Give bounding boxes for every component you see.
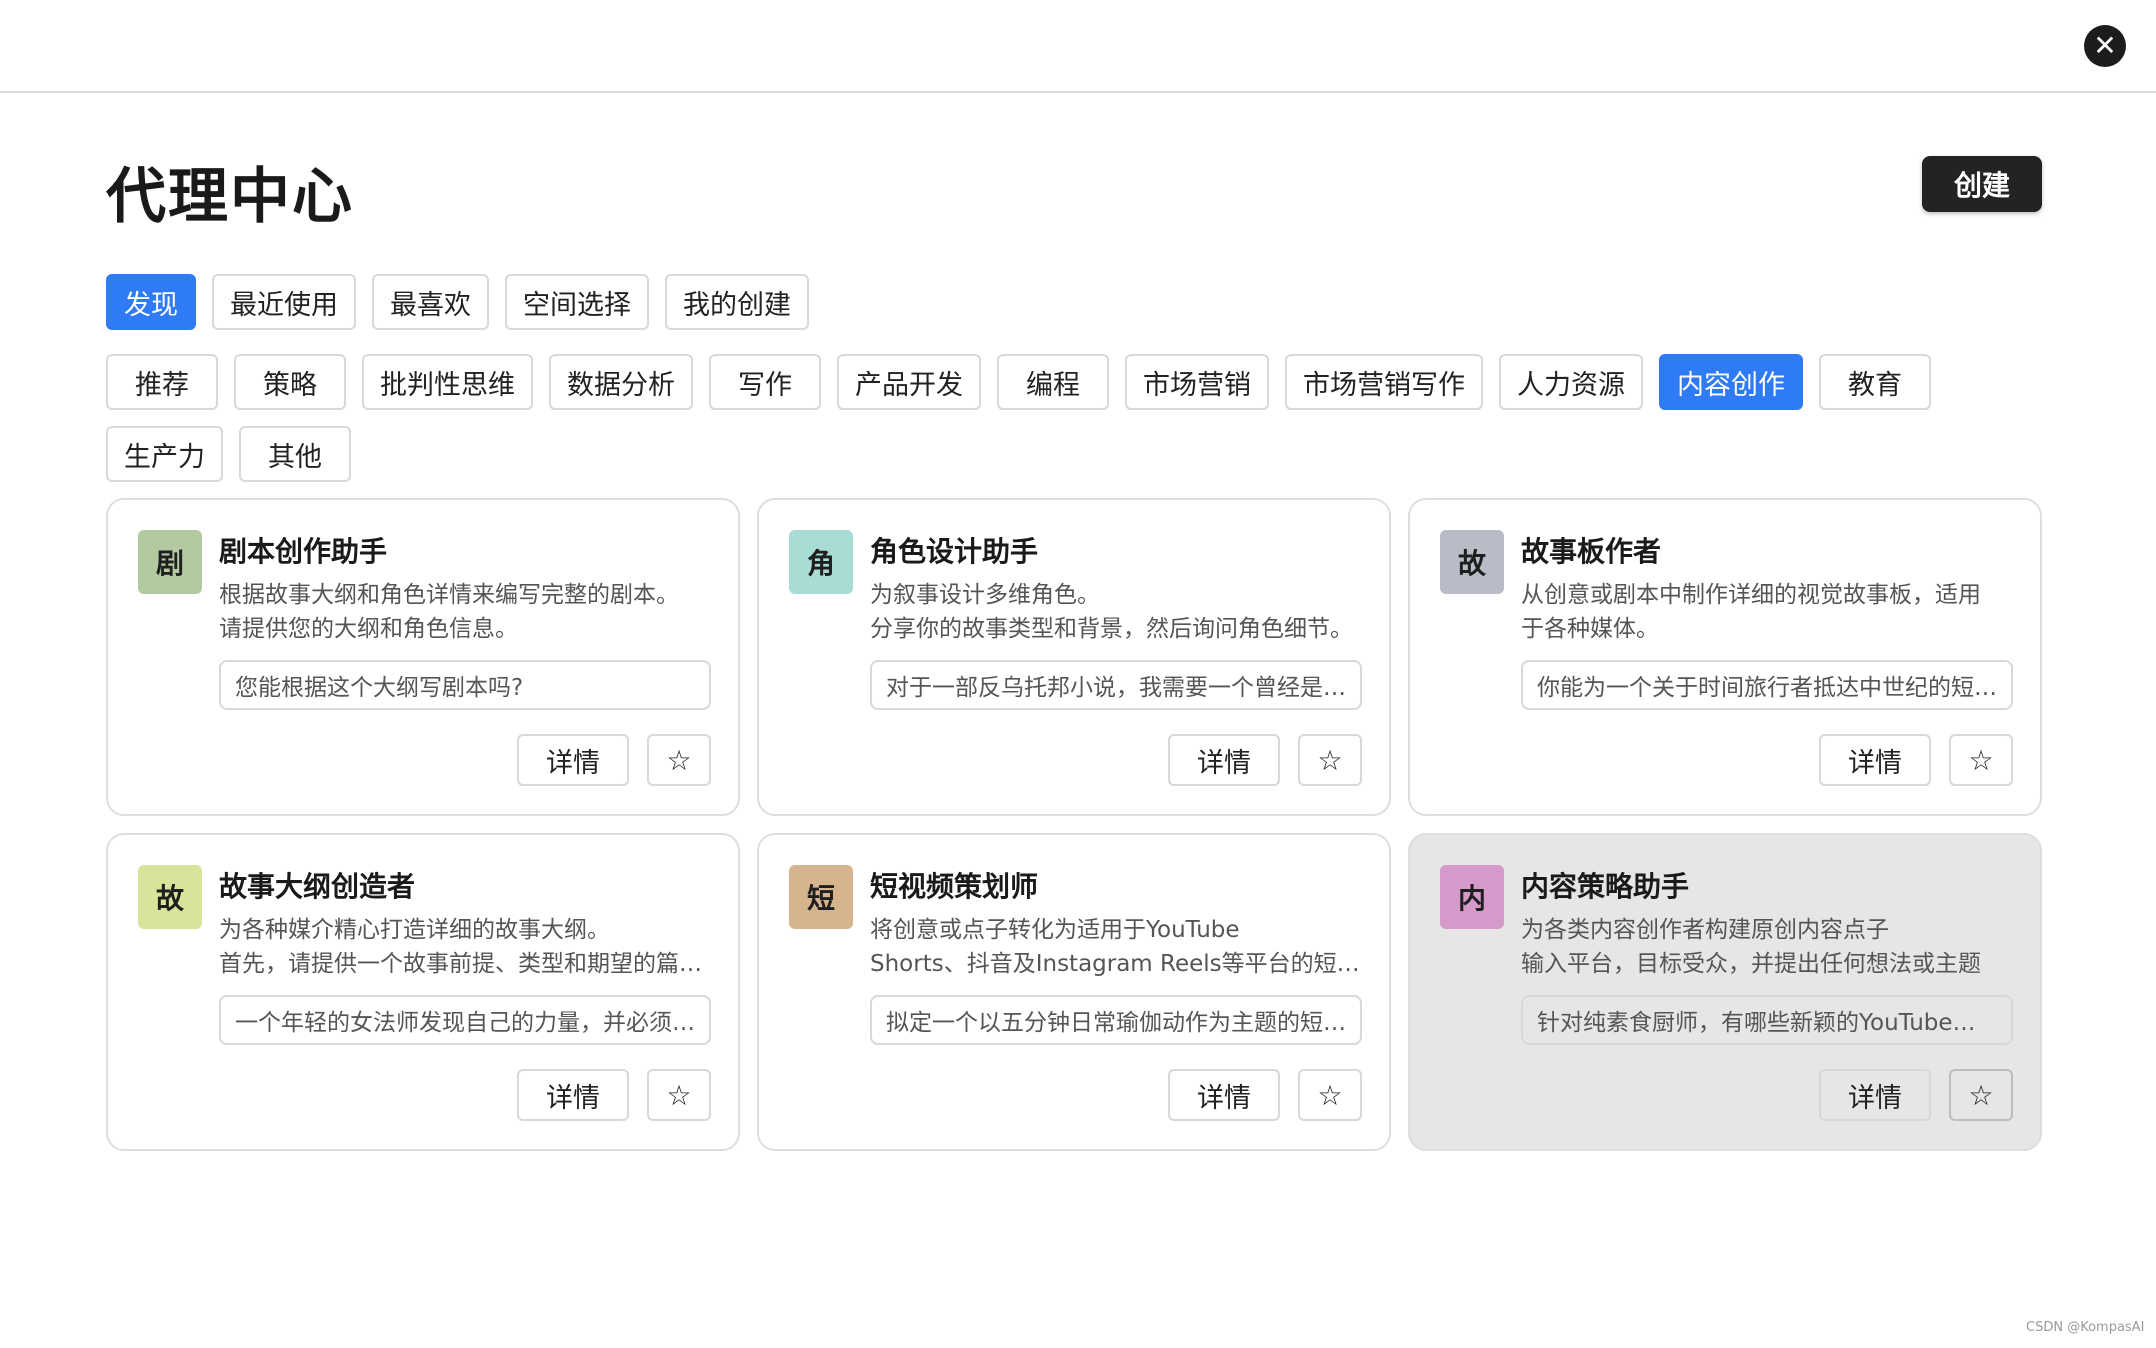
top-bar: ✕ <box>0 0 2156 93</box>
agent-description: 根据故事大纲和角色详情来编写完整的剧本。 请提供您的大纲和角色信息。 <box>219 578 719 646</box>
category-hr[interactable]: 人力资源 <box>1499 354 1643 410</box>
close-icon[interactable]: ✕ <box>2084 25 2126 67</box>
agent-avatar: 短 <box>789 865 853 929</box>
description-line: 请提供您的大纲和角色信息。 <box>219 616 518 642</box>
details-button[interactable]: 详情 <box>517 734 629 786</box>
create-button[interactable]: 创建 <box>1922 156 2042 212</box>
example-prompt[interactable]: 你能为一个关于时间旅行者抵达中世纪的短片制作故事板吗？ <box>1521 660 2013 710</box>
example-prompt[interactable]: 拟定一个以五分钟日常瑜伽动作为主题的短视频 <box>870 995 1362 1045</box>
agent-grid: 剧 剧本创作助手 根据故事大纲和角色详情来编写完整的剧本。 请提供您的大纲和角色… <box>106 498 2042 1151</box>
agent-title: 短视频策划师 <box>870 870 1039 903</box>
agent-description: 将创意或点子转化为适用于YouTube Shorts、抖音及Instagram … <box>870 913 1370 981</box>
category-product-dev[interactable]: 产品开发 <box>837 354 981 410</box>
category-programming[interactable]: 编程 <box>997 354 1109 410</box>
details-button[interactable]: 详情 <box>1168 1069 1280 1121</box>
details-button[interactable]: 详情 <box>517 1069 629 1121</box>
category-strategy[interactable]: 策略 <box>234 354 346 410</box>
tab-space-select[interactable]: 空间选择 <box>505 274 649 330</box>
agent-avatar: 故 <box>138 865 202 929</box>
tab-favorites[interactable]: 最喜欢 <box>372 274 489 330</box>
agent-description: 为各种媒介精心打造详细的故事大纲。 首先，请提供一个故事前提、类型和期望的篇幅。 <box>219 913 719 981</box>
agent-avatar: 内 <box>1440 865 1504 929</box>
details-button[interactable]: 详情 <box>1819 734 1931 786</box>
description-line: 为各类内容创作者构建原创内容点子 <box>1521 917 1889 943</box>
agent-title: 故事板作者 <box>1521 535 1662 568</box>
category-recommended[interactable]: 推荐 <box>106 354 218 410</box>
category-other[interactable]: 其他 <box>239 426 351 482</box>
category-education[interactable]: 教育 <box>1819 354 1931 410</box>
star-icon[interactable]: ☆ <box>1298 1069 1362 1121</box>
agent-avatar: 剧 <box>138 530 202 594</box>
agent-card[interactable]: 故 故事板作者 从创意或剧本中制作详细的视觉故事板，适用 于各种媒体。 你能为一… <box>1408 498 2042 816</box>
details-button[interactable]: 详情 <box>1168 734 1280 786</box>
tab-recent[interactable]: 最近使用 <box>212 274 356 330</box>
agent-card[interactable]: 角 角色设计助手 为叙事设计多维角色。 分享你的故事类型和背景，然后询问角色细节… <box>757 498 1391 816</box>
star-icon[interactable]: ☆ <box>1949 734 2013 786</box>
description-line: 输入平台，目标受众，并提出任何想法或主题 <box>1521 951 1981 977</box>
agent-avatar: 故 <box>1440 530 1504 594</box>
view-tabs: 发现 最近使用 最喜欢 空间选择 我的创建 <box>106 274 809 330</box>
category-critical-thinking[interactable]: 批判性思维 <box>362 354 533 410</box>
example-prompt[interactable]: 对于一部反乌托邦小说，我需要一个曾经是精英后来反叛的角色 <box>870 660 1362 710</box>
category-writing[interactable]: 写作 <box>709 354 821 410</box>
description-line: 将创意或点子转化为适用于YouTube <box>870 917 1240 943</box>
agent-title: 角色设计助手 <box>870 535 1039 568</box>
star-icon[interactable]: ☆ <box>647 734 711 786</box>
description-line: 为叙事设计多维角色。 <box>870 582 1100 608</box>
description-line: 分享你的故事类型和背景，然后询问角色细节。 <box>870 616 1353 642</box>
description-line: 从创意或剧本中制作详细的视觉故事板，适用 <box>1521 582 1981 608</box>
agent-avatar: 角 <box>789 530 853 594</box>
description-line: 首先，请提供一个故事前提、类型和期望的篇幅。 <box>219 951 719 977</box>
category-productivity[interactable]: 生产力 <box>106 426 223 482</box>
agent-description: 从创意或剧本中制作详细的视觉故事板，适用 于各种媒体。 <box>1521 578 2021 646</box>
star-icon[interactable]: ☆ <box>647 1069 711 1121</box>
agent-title: 内容策略助手 <box>1521 870 1690 903</box>
category-marketing-writing[interactable]: 市场营销写作 <box>1285 354 1483 410</box>
tab-discover[interactable]: 发现 <box>106 274 196 330</box>
page-title: 代理中心 <box>106 162 354 232</box>
agent-card[interactable]: 短 短视频策划师 将创意或点子转化为适用于YouTube Shorts、抖音及I… <box>757 833 1391 1151</box>
category-filters: 推荐 策略 批判性思维 数据分析 写作 产品开发 编程 市场营销 市场营销写作 … <box>106 354 2046 482</box>
agent-card[interactable]: 剧 剧本创作助手 根据故事大纲和角色详情来编写完整的剧本。 请提供您的大纲和角色… <box>106 498 740 816</box>
agent-card[interactable]: 内 内容策略助手 为各类内容创作者构建原创内容点子 输入平台，目标受众，并提出任… <box>1408 833 2042 1151</box>
agent-description: 为各类内容创作者构建原创内容点子 输入平台，目标受众，并提出任何想法或主题 <box>1521 913 2021 981</box>
star-icon[interactable]: ☆ <box>1949 1069 2013 1121</box>
category-data-analysis[interactable]: 数据分析 <box>549 354 693 410</box>
example-prompt[interactable]: 针对纯素食厨师，有哪些新颖的YouTube视频创意？ <box>1521 995 2013 1045</box>
agent-title: 故事大纲创造者 <box>219 870 416 903</box>
example-prompt[interactable]: 您能根据这个大纲写剧本吗? <box>219 660 711 710</box>
tab-my-creations[interactable]: 我的创建 <box>665 274 809 330</box>
category-content-creation[interactable]: 内容创作 <box>1659 354 1803 410</box>
category-marketing[interactable]: 市场营销 <box>1125 354 1269 410</box>
description-line: 根据故事大纲和角色详情来编写完整的剧本。 <box>219 582 679 608</box>
description-line: Shorts、抖音及Instagram Reels等平台的短视频脚本。 <box>870 951 1370 977</box>
description-line: 于各种媒体。 <box>1521 616 1659 642</box>
star-icon[interactable]: ☆ <box>1298 734 1362 786</box>
agent-description: 为叙事设计多维角色。 分享你的故事类型和背景，然后询问角色细节。 <box>870 578 1370 646</box>
agent-card[interactable]: 故 故事大纲创造者 为各种媒介精心打造详细的故事大纲。 首先，请提供一个故事前提… <box>106 833 740 1151</box>
description-line: 为各种媒介精心打造详细的故事大纲。 <box>219 917 610 943</box>
watermark: CSDN @KompasAI <box>2026 1320 2145 1335</box>
details-button[interactable]: 详情 <box>1819 1069 1931 1121</box>
example-prompt[interactable]: 一个年轻的女法师发现自己的力量，并必须拯救她的王国 <box>219 995 711 1045</box>
agent-title: 剧本创作助手 <box>219 535 388 568</box>
